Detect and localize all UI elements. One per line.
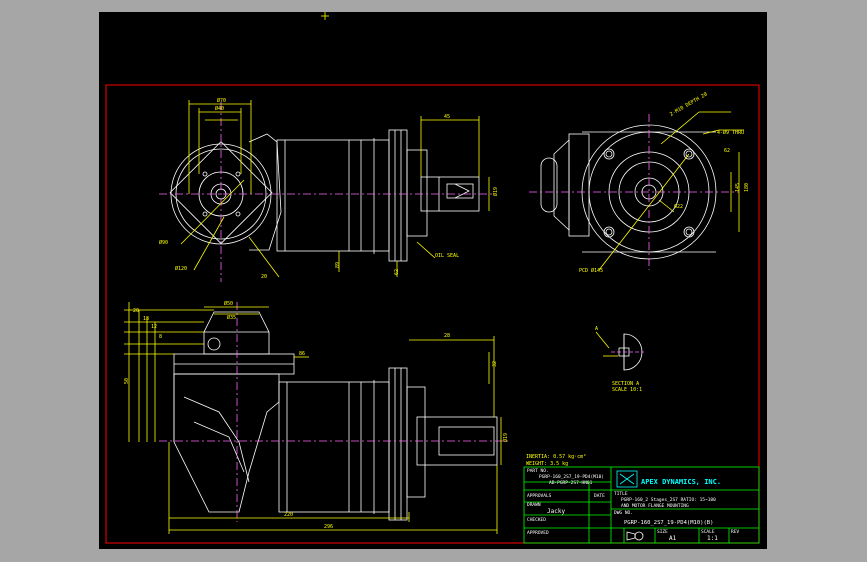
- dim-label: Ø19: [502, 433, 509, 442]
- dim-label: 32: [492, 361, 498, 367]
- dim-label: 62: [394, 269, 400, 275]
- dim-label: 50: [124, 378, 130, 384]
- company-name: APEX DYNAMICS, INC.: [641, 478, 721, 486]
- approval-label: APPROVED: [527, 530, 549, 536]
- dim-label: 20: [133, 308, 139, 314]
- side-view: Ø50 Ø35 50 20 18 12 8 86 220 296 28 32 Ø…: [124, 300, 586, 534]
- front-view: 2-M10 DEPTH 20 4-Ø9 THRU PCD Ø145 180 14…: [529, 91, 750, 274]
- dim-label: 86: [299, 351, 305, 357]
- top-view: Ø70 Ø40 Ø90 Ø120 89 62 20 45 Ø19 OIL SEA…: [159, 97, 499, 282]
- date-label: DATE: [594, 493, 605, 499]
- dim-label: Ø35: [227, 314, 236, 321]
- note-label: 4-Ø9 THRU: [717, 129, 744, 136]
- part-no-value-2: AB-PGRP-2S7-HN01: [549, 480, 593, 486]
- dim-label: 220: [284, 512, 293, 518]
- dim-label: Ø50: [224, 300, 233, 307]
- section-a: A SECTION A SCALE 10:1: [595, 326, 644, 393]
- dim-label: 28: [444, 333, 450, 339]
- note-label: OIL SEAL: [435, 253, 459, 259]
- dim-label: Ø22: [674, 203, 683, 210]
- scale-value: 1:1: [707, 535, 718, 542]
- part-no-label: PART NO.: [527, 468, 549, 474]
- dim-label: Ø70: [217, 97, 226, 104]
- dim-label: Ø90: [159, 239, 168, 246]
- projection-symbol-icon: [626, 531, 644, 541]
- checked-label: CHECKED: [527, 517, 546, 523]
- dim-label: 8: [159, 334, 162, 340]
- dim-label: Ø40: [215, 105, 224, 112]
- dwg-no-label: DWG NO.: [614, 510, 633, 516]
- dim-label: 18: [143, 316, 149, 322]
- dim-label: 180: [744, 183, 750, 192]
- title-label: TITLE: [614, 491, 628, 497]
- dim-label: 45: [444, 114, 450, 120]
- dim-label: 89: [335, 262, 341, 268]
- dim-label: 12: [151, 324, 157, 330]
- cad-drawing: Ø70 Ø40 Ø90 Ø120 89 62 20 45 Ø19 OIL SEA…: [105, 12, 760, 544]
- weight-label: WEIGHT: 3.5 kg: [526, 461, 568, 467]
- dwg-no-value: PGRP-160_2S7_19-PD4(M10)(B): [624, 520, 713, 526]
- drawing-viewport[interactable]: Ø70 Ø40 Ø90 Ø120 89 62 20 45 Ø19 OIL SEA…: [99, 12, 767, 549]
- dim-label: 20: [261, 274, 267, 280]
- size-label: SIZE: [657, 529, 668, 535]
- dim-label: 62: [724, 148, 730, 154]
- dim-label: 145: [735, 183, 741, 192]
- dim-label: 296: [324, 524, 333, 530]
- size-value: A1: [669, 535, 677, 542]
- view-marker: A: [595, 326, 598, 332]
- inertia-label: INERTIA: 0.57 kg·cm²: [526, 454, 586, 460]
- title-line-1: PGRP-160_2 Stages_2S7 RATIO: 15~100: [621, 497, 716, 503]
- approvals-label: APPROVALS: [527, 493, 552, 499]
- dim-label: Ø120: [175, 265, 187, 272]
- drawn-by: Jacky: [547, 508, 565, 515]
- note-label: PCD Ø145: [579, 267, 603, 274]
- part-no-value: PGRP-160_2S7_19-PD4(M10): [539, 474, 604, 480]
- title-line-2: AND MOTOR FLANGE MOUNTING: [621, 503, 689, 509]
- note-label: 2-M10 DEPTH 20: [669, 91, 709, 117]
- dim-label: Ø19: [492, 187, 499, 196]
- section-scale: SCALE 10:1: [612, 387, 642, 393]
- drawn-label: DRAWN: [527, 502, 541, 508]
- rev-label: REV: [731, 529, 739, 535]
- top-center-marker: [321, 12, 329, 20]
